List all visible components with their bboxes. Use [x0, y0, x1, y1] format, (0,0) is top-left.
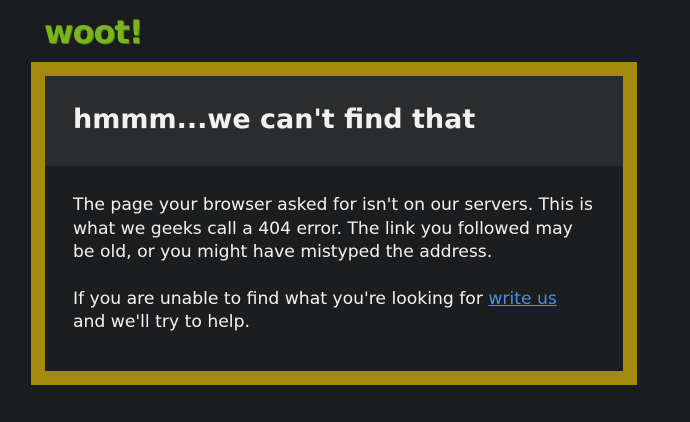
help-text-after: and we'll try to help.	[73, 312, 250, 332]
error-title: hmmm...we can't find that	[73, 104, 476, 135]
woot-logo[interactable]: woot!	[44, 10, 143, 54]
error-box-header: hmmm...we can't find that	[45, 76, 623, 166]
page: woot! hmmm...we can't find that The page…	[0, 0, 690, 422]
help-text-before: If you are unable to find what you're lo…	[73, 288, 489, 309]
error-description: The page your browser asked for isn't on…	[73, 195, 593, 262]
write-us-link[interactable]: write us	[488, 289, 557, 309]
help-paragraph: If you are unable to find what you're lo…	[73, 288, 595, 335]
error-box: hmmm...we can't find that The page your …	[45, 76, 623, 371]
error-box-body: The page your browser asked for isn't on…	[45, 166, 623, 335]
